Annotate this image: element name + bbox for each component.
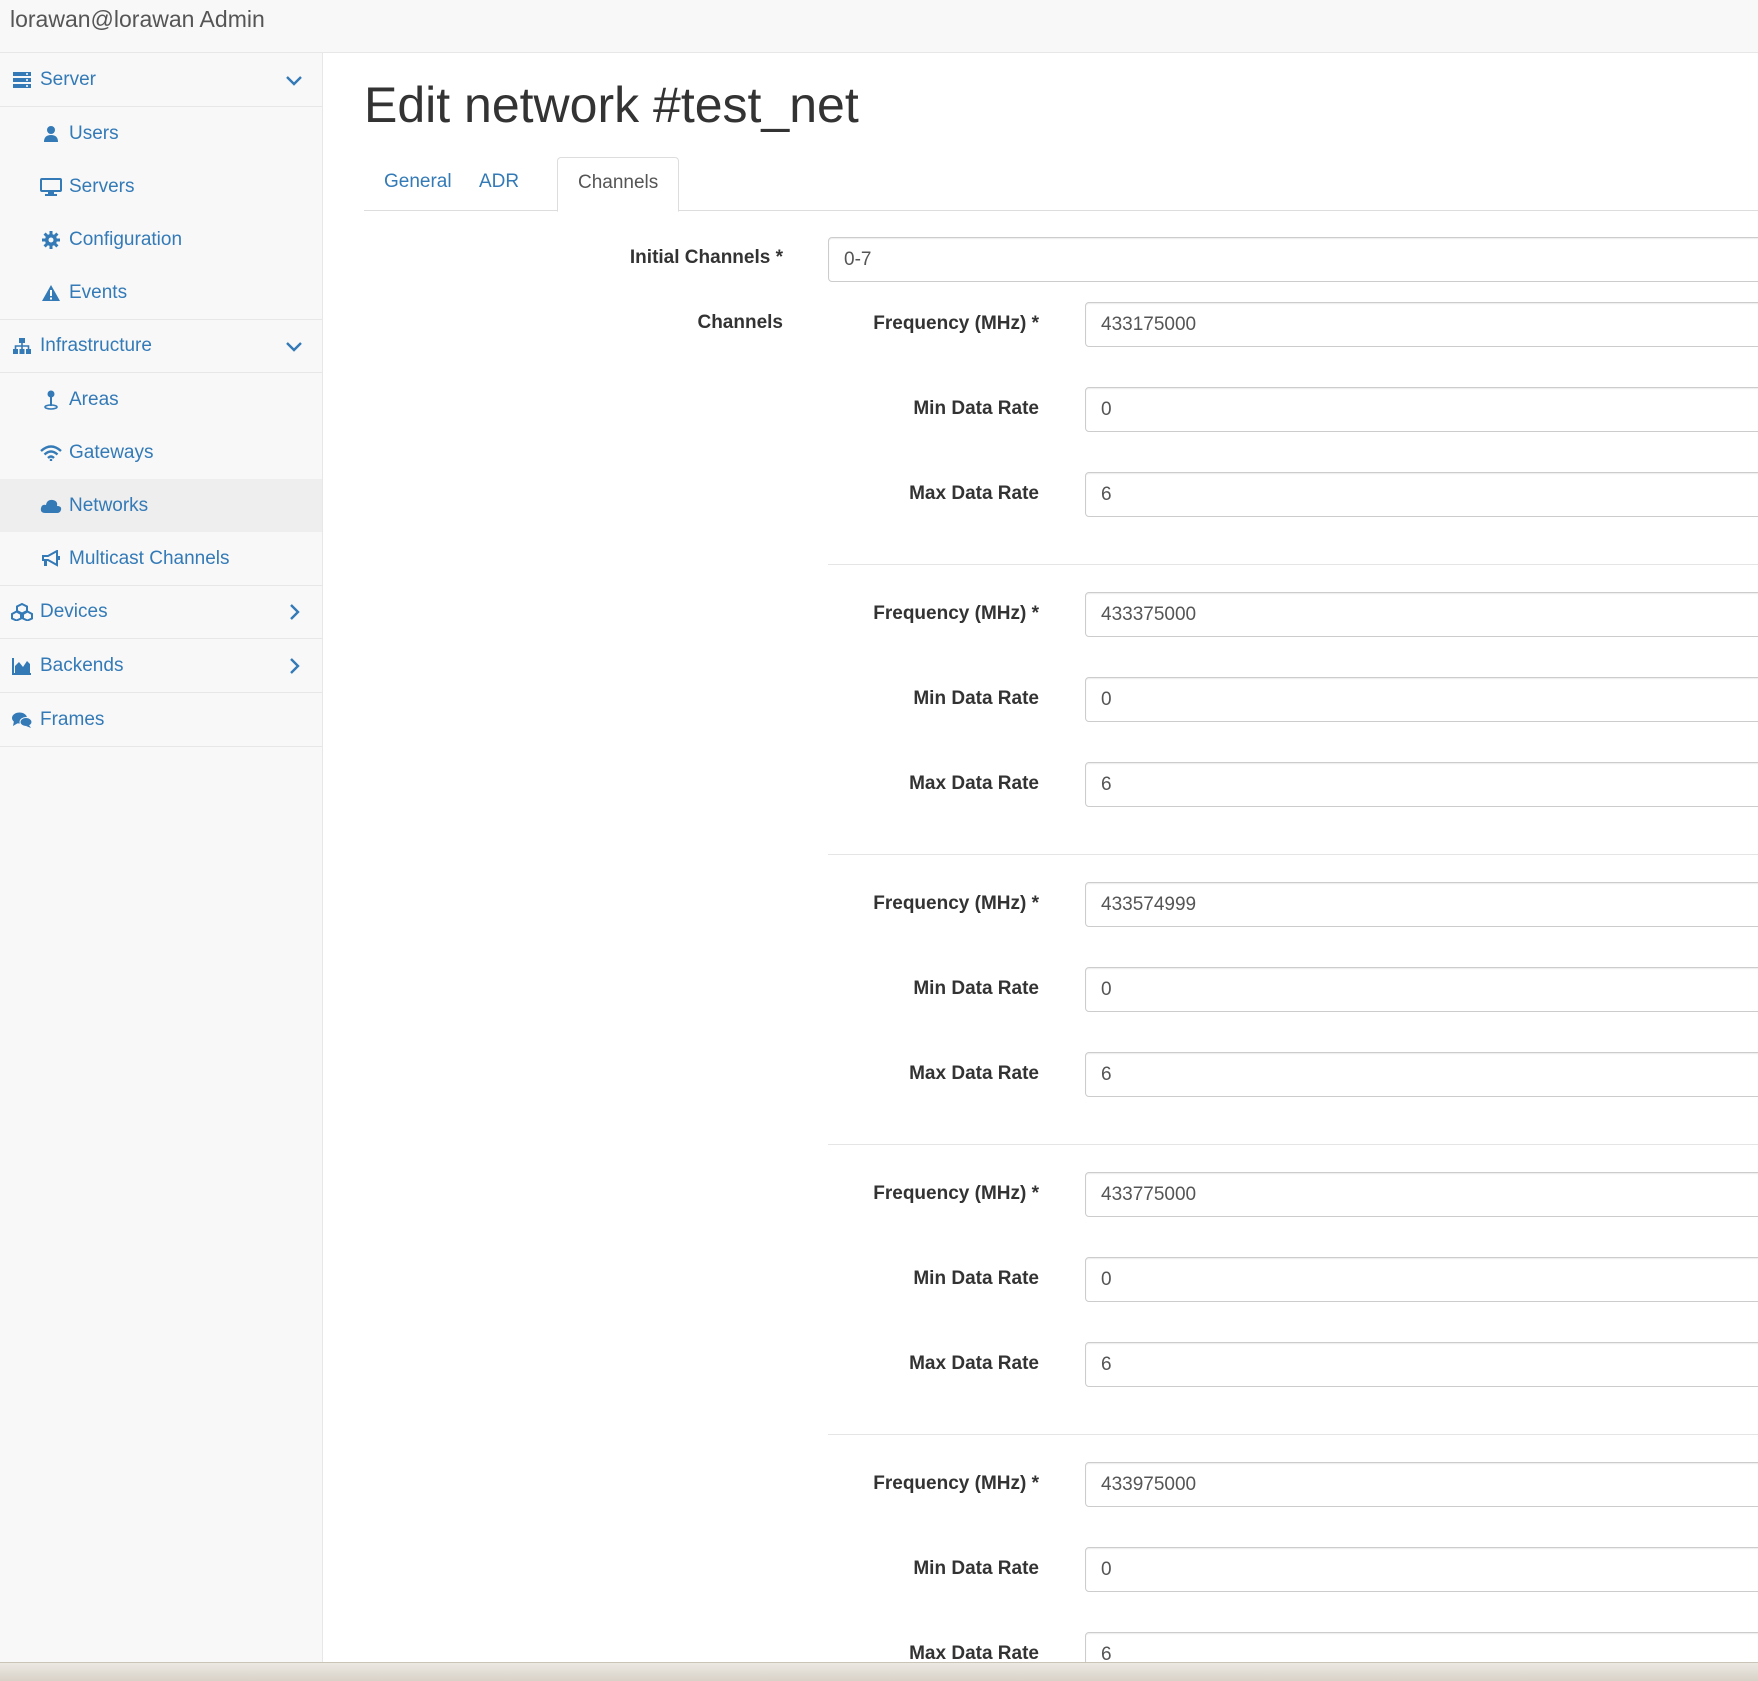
frequency-label: Frequency (MHz) *: [873, 603, 1039, 624]
max-data-rate-label: Max Data Rate: [909, 773, 1039, 794]
min-data-rate-input[interactable]: 0: [1085, 387, 1758, 432]
sidebar-item-configuration[interactable]: Configuration: [0, 213, 322, 266]
initial-channels-input[interactable]: 0-7: [828, 237, 1758, 282]
sidebar-item-label: Events: [69, 281, 128, 303]
sidebar-item-frames[interactable]: Frames: [0, 693, 322, 747]
max-data-rate-input[interactable]: 6: [1085, 762, 1758, 807]
channel-separator: [828, 564, 1758, 565]
sidebar-item-gateways[interactable]: Gateways: [0, 426, 322, 479]
min-data-rate-input[interactable]: 0: [1085, 1257, 1758, 1302]
frequency-input[interactable]: 433975000: [1085, 1462, 1758, 1507]
max-data-rate-input[interactable]: 6: [1085, 1052, 1758, 1097]
max-data-rate-input[interactable]: 6: [1085, 1632, 1758, 1662]
monitor-icon: [40, 176, 62, 198]
sidebar-item-label: Configuration: [69, 228, 183, 250]
max-data-rate-label: Max Data Rate: [909, 1063, 1039, 1084]
min-data-rate-input[interactable]: 0: [1085, 677, 1758, 722]
sidebar-item-label: Servers: [69, 175, 135, 197]
megaphone-icon: [40, 548, 62, 570]
brand-title[interactable]: lorawan@lorawan Admin: [10, 6, 265, 32]
sidebar-item-label: Users: [69, 122, 119, 144]
sidebar-item-infrastructure[interactable]: Infrastructure: [0, 319, 322, 373]
sidebar-item-label: Infrastructure: [40, 335, 152, 356]
max-data-rate-label: Max Data Rate: [909, 1643, 1039, 1662]
window-bottom-edge: [0, 1662, 1758, 1681]
comments-icon: [11, 709, 33, 731]
sidebar: Server Users Servers Configuration Event…: [0, 53, 323, 1662]
frequency-input[interactable]: 433574999: [1085, 882, 1758, 927]
frequency-input[interactable]: 433775000: [1085, 1172, 1758, 1217]
location-pin-icon: [40, 389, 62, 411]
main-content: Edit network #test_net General ADR Chann…: [323, 53, 1758, 1662]
cubes-icon: [11, 601, 33, 623]
sidebar-item-networks[interactable]: Networks: [0, 479, 322, 532]
min-data-rate-input[interactable]: 0: [1085, 1547, 1758, 1592]
sidebar-item-events[interactable]: Events: [0, 266, 322, 319]
sidebar-item-servers[interactable]: Servers: [0, 160, 322, 213]
server-icon: [11, 69, 33, 91]
cloud-icon: [40, 495, 62, 517]
min-data-rate-label: Min Data Rate: [913, 1558, 1039, 1579]
max-data-rate-input[interactable]: 6: [1085, 472, 1758, 517]
chevron-right-icon[interactable]: [284, 656, 304, 676]
sidebar-item-users[interactable]: Users: [0, 107, 322, 160]
frequency-label: Frequency (MHz) *: [873, 313, 1039, 334]
min-data-rate-label: Min Data Rate: [913, 1268, 1039, 1289]
sidebar-item-label: Gateways: [69, 441, 154, 463]
max-data-rate-label: Max Data Rate: [909, 1353, 1039, 1374]
sidebar-item-label: Multicast Channels: [69, 547, 230, 569]
frequency-input[interactable]: 433375000: [1085, 592, 1758, 637]
tab-channels[interactable]: Channels: [557, 157, 680, 212]
max-data-rate-input[interactable]: 6: [1085, 1342, 1758, 1387]
sidebar-item-label: Areas: [69, 388, 119, 410]
user-icon: [40, 123, 62, 145]
frequency-label: Frequency (MHz) *: [873, 1183, 1039, 1204]
frequency-label: Frequency (MHz) *: [873, 893, 1039, 914]
sidebar-item-label: Frames: [40, 708, 105, 730]
sidebar-item-label: Server: [40, 68, 96, 90]
tab-general[interactable]: General: [364, 157, 472, 210]
min-data-rate-label: Min Data Rate: [913, 978, 1039, 999]
channel-separator: [828, 1144, 1758, 1145]
page-title: Edit network #test_net: [364, 77, 859, 133]
min-data-rate-label: Min Data Rate: [913, 688, 1039, 709]
sidebar-item-devices[interactable]: Devices: [0, 585, 322, 639]
warning-icon: [40, 282, 62, 304]
top-navbar: lorawan@lorawan Admin: [0, 0, 1758, 53]
max-data-rate-label: Max Data Rate: [909, 483, 1039, 504]
sidebar-item-backends[interactable]: Backends: [0, 639, 322, 693]
chevron-right-icon[interactable]: [284, 602, 304, 622]
tab-bar: General ADR Channels: [364, 155, 1758, 212]
sidebar-item-multicast-channels[interactable]: Multicast Channels: [0, 532, 322, 585]
chevron-down-icon[interactable]: [284, 70, 304, 90]
min-data-rate-input[interactable]: 0: [1085, 967, 1758, 1012]
tab-adr[interactable]: ADR: [459, 157, 539, 210]
sitemap-icon: [11, 335, 33, 357]
wifi-icon: [40, 442, 62, 464]
gear-icon: [40, 229, 62, 251]
sidebar-item-areas[interactable]: Areas: [0, 373, 322, 426]
sidebar-item-label: Networks: [69, 494, 149, 516]
channels-label: Channels: [697, 312, 783, 333]
area-chart-icon: [11, 655, 33, 677]
frequency-label: Frequency (MHz) *: [873, 1473, 1039, 1494]
min-data-rate-label: Min Data Rate: [913, 398, 1039, 419]
sidebar-item-label: Backends: [40, 654, 124, 676]
sidebar-item-server[interactable]: Server: [0, 53, 322, 107]
chevron-down-icon[interactable]: [284, 336, 304, 356]
channel-separator: [828, 1434, 1758, 1435]
initial-channels-label: Initial Channels *: [629, 247, 783, 268]
sidebar-item-label: Devices: [40, 601, 108, 622]
frequency-input[interactable]: 433175000: [1085, 302, 1758, 347]
channel-separator: [828, 854, 1758, 855]
